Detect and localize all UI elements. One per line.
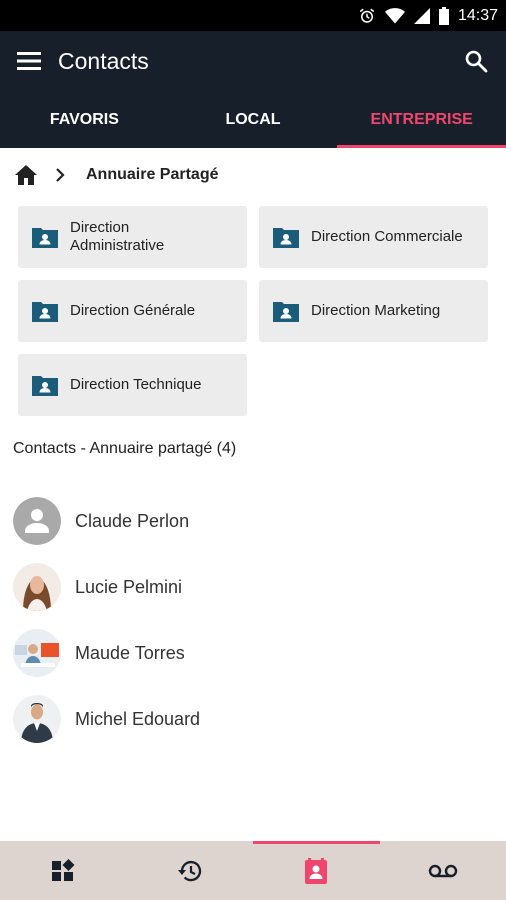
default-person-icon	[13, 497, 61, 545]
folder-contact-icon	[32, 376, 58, 396]
tab-bar: FAVORIS LOCAL ENTREPRISE	[0, 91, 506, 148]
hamburger-icon	[17, 52, 41, 70]
breadcrumb: Annuaire Partagé	[12, 158, 218, 192]
dashboard-icon	[52, 858, 75, 881]
alarm-icon	[358, 7, 376, 25]
contact-name: Maude Torres	[75, 642, 185, 663]
search-button[interactable]	[446, 31, 506, 91]
contact-maude-torres[interactable]: Maude Torres	[0, 620, 506, 686]
folder-direction-commerciale[interactable]: Direction Commerciale	[259, 206, 488, 268]
nav-dashboard[interactable]	[0, 841, 127, 900]
history-icon	[177, 860, 201, 881]
avatar	[13, 629, 61, 677]
page-title: Contacts	[58, 47, 149, 74]
app-bar: Contacts	[0, 31, 506, 91]
folder-label: Direction Commerciale	[311, 228, 463, 245]
nav-history[interactable]	[127, 841, 254, 900]
contact-name: Michel Edouard	[75, 708, 201, 729]
voicemail-icon	[428, 864, 457, 877]
contact-list: Claude Perlon Lucie Pelmini Maude Torres…	[0, 488, 506, 752]
contact-name: Claude Perlon	[75, 510, 190, 531]
breadcrumb-current: Annuaire Partagé	[86, 166, 219, 183]
folder-direction-administrative[interactable]: Direction Administrative	[18, 206, 247, 268]
tab-entreprise[interactable]: ENTREPRISE	[337, 91, 506, 148]
folder-direction-technique[interactable]: Direction Technique	[18, 354, 247, 416]
home-icon	[15, 165, 37, 185]
folder-label: Direction Générale	[70, 302, 196, 319]
folder-contact-icon	[32, 228, 58, 248]
folder-direction-marketing[interactable]: Direction Marketing	[259, 280, 488, 342]
search-icon	[465, 50, 488, 73]
tab-local[interactable]: LOCAL	[169, 91, 338, 148]
chevron-right-icon	[40, 161, 80, 189]
contacts-icon	[305, 857, 328, 884]
folder-direction-generale[interactable]: Direction Générale	[18, 280, 247, 342]
folder-label: Direction Administrative	[70, 219, 165, 254]
folder-contact-icon	[273, 302, 299, 322]
nav-contacts[interactable]	[253, 841, 380, 900]
menu-button[interactable]	[0, 31, 58, 91]
folder-label: Direction Technique	[70, 376, 202, 393]
folder-grid: Direction Administrative Direction Comme…	[18, 206, 488, 416]
avatar	[13, 563, 61, 611]
battery-icon	[438, 6, 449, 25]
avatar	[13, 695, 61, 743]
wifi-icon	[384, 7, 405, 25]
contact-claude-perlon[interactable]: Claude Perlon	[0, 488, 506, 554]
nav-voicemail[interactable]	[380, 841, 506, 900]
folder-contact-icon	[32, 302, 58, 322]
status-bar: 14:37	[0, 0, 506, 31]
bottom-navigation	[0, 841, 506, 900]
contact-michel-edouard[interactable]: Michel Edouard	[0, 686, 506, 752]
clock: 14:37	[457, 6, 498, 24]
tab-favoris[interactable]: FAVORIS	[0, 91, 169, 148]
contacts-section-title: Contacts - Annuaire partagé (4)	[13, 440, 237, 457]
contact-lucie-pelmini[interactable]: Lucie Pelmini	[0, 554, 506, 620]
contact-name: Lucie Pelmini	[75, 576, 183, 597]
breadcrumb-home[interactable]	[12, 161, 40, 189]
folder-contact-icon	[273, 228, 299, 248]
folder-label: Direction Marketing	[311, 302, 441, 319]
signal-icon	[413, 7, 430, 24]
